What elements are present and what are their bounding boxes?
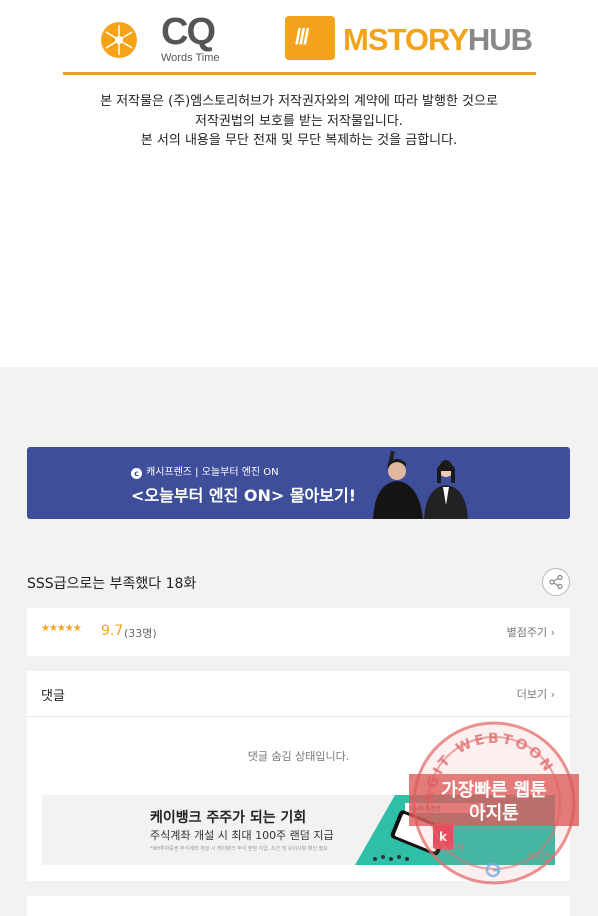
rating-count: (33명) <box>124 627 157 640</box>
banner-person-image <box>424 460 468 519</box>
comments-card: 댓글 더보기 › 댓글 숨김 상태입니다. 케이뱅크 주주가 되는 기회 주식계… <box>27 671 570 881</box>
notice-line: 본 서의 내용을 무단 전재 및 무단 복제하는 것을 금합니다. <box>140 133 458 148</box>
mstoryhub-logo: /// MSTORYHUB <box>285 16 533 60</box>
next-card <box>27 896 570 916</box>
banner-headline: <오늘부터 엔진 ON> 몰아보기! <box>131 486 357 505</box>
comments-hidden-message: 댓글 숨김 상태입니다. <box>247 750 350 763</box>
ad-banner[interactable]: 케이뱅크 주주가 되는 기회 주식계좌 개설 시 최대 100주 랜덤 지급 *… <box>42 795 555 865</box>
notice-line: 저작권법의 보호를 받는 저작물입니다. <box>195 113 403 129</box>
comments-title: 댓글 <box>41 689 65 704</box>
share-icon <box>549 575 563 589</box>
comments-header: 댓글 더보기 › <box>27 671 570 717</box>
copyright-notice: 본 저작물은 (주)엠스토리허브가 저작권자와의 계약에 따라 발행한 것으로 … <box>0 92 598 151</box>
ad-subtitle: 주식계좌 개설 시 최대 100주 랜덤 지급 <box>150 829 334 842</box>
mstoryhub-logo-icon: /// <box>285 16 335 60</box>
rating-score: 9.7 <box>101 623 124 639</box>
orange-logo-icon <box>101 22 137 58</box>
ad-fine-print: *NH투자증권 주식계좌 개설 시 케이뱅크 주식 랜덤 지급, 조건 및 유의… <box>150 846 328 852</box>
publisher-logos: CQ Words Time /// MSTORYHUB <box>63 6 536 68</box>
ad-title: 케이뱅크 주주가 되는 기회 <box>150 810 307 826</box>
ad-phone-image: NH투자증권 k <box>355 795 555 865</box>
svg-text:k: k <box>439 830 448 844</box>
promo-banner[interactable]: c 캐시프렌즈 | 오늘부터 엔진 ON <오늘부터 엔진 ON> 몰아보기! <box>27 447 570 519</box>
rating-card: ★★★★★ 9.7 (33명) 별점주기 › <box>27 608 570 656</box>
ad-nh-label: NH투자증권 <box>410 805 441 813</box>
banner-person-image <box>373 450 423 519</box>
rating-stars: ★★★★★ <box>41 623 82 634</box>
banner-brand: c 캐시프렌즈 | 오늘부터 엔진 ON <box>131 463 279 479</box>
episode-title: SSS급으로는 부족했다 18화 <box>27 576 197 592</box>
cashfriends-icon: c <box>131 468 142 479</box>
mstoryhub-logo-text: MSTORYHUB <box>343 22 533 57</box>
cq-logo-text: CQ <box>161 11 216 53</box>
cq-logo: CQ Words Time <box>101 8 231 64</box>
share-button[interactable] <box>542 568 570 596</box>
rate-button[interactable]: 별점주기 › <box>507 624 555 640</box>
cq-logo-subtitle: Words Time <box>161 52 220 64</box>
divider <box>63 72 536 75</box>
copyright-section: CQ Words Time /// MSTORYHUB 본 저작물은 (주)엠스… <box>0 0 598 367</box>
notice-line: 본 저작물은 (주)엠스토리허브가 저작권자와의 계약에 따라 발행한 것으로 <box>100 94 498 109</box>
episode-header: SSS급으로는 부족했다 18화 <box>27 568 570 598</box>
comments-more-button[interactable]: 더보기 › <box>517 686 555 702</box>
